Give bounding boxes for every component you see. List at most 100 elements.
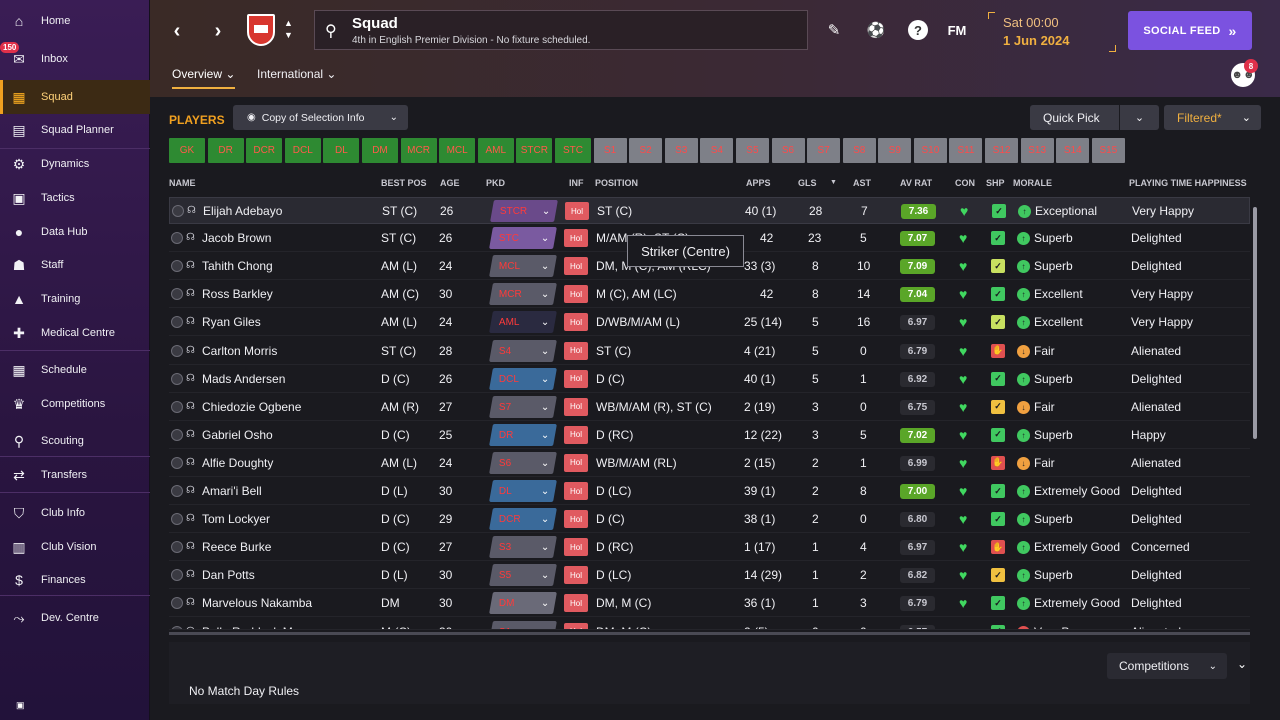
info-badge[interactable]: Hol [564,510,588,529]
table-row[interactable]: ☊ Gabriel Osho D (C) 25 DR ⌄ Hol D (RC) 12 (22) 3… [169,422,1250,449]
picked-position-dropdown[interactable]: S7 ⌄ [489,395,557,418]
info-badge[interactable]: Hol [564,594,588,613]
info-badge[interactable]: Hol [564,566,588,585]
player-name[interactable]: Reece Burke [202,540,271,554]
table-row[interactable]: ☊ Marvelous Nakamba DM 30 DM ⌄ Hol DM, M (C) 36 … [169,590,1250,618]
table-row[interactable]: ☊ Reece Burke D (C) 27 S3 ⌄ Hol D (RC) 1 (17) 1 4 6… [169,534,1250,562]
info-badge[interactable]: Hol [564,257,588,276]
table-row[interactable]: ☊ Chiedozie Ogbene AM (R) 27 S7 ⌄ Hol WB/M/AM (… [169,394,1250,421]
picked-position-dropdown[interactable]: MCR ⌄ [489,283,557,306]
table-row[interactable]: ☊ Ross Barkley AM (C) 30 MCR ⌄ Hol M (C), AM (L… [169,281,1250,309]
sidebar-item-club-vision[interactable]: ▥ Club Vision [0,530,150,564]
player-name[interactable]: Dan Potts [202,568,255,582]
info-badge[interactable]: Hol [564,313,588,332]
vertical-scrollbar[interactable] [1253,207,1257,439]
select-checkbox[interactable] [171,400,183,413]
fm-menu-button[interactable]: FM [945,18,969,42]
column-header-ast[interactable]: AST [853,178,871,188]
picked-position-dropdown[interactable]: STCR ⌄ [490,200,558,222]
position-filter-gk[interactable]: GK [169,138,205,163]
info-badge[interactable]: Hol [564,397,588,416]
sidebar-item-transfers[interactable]: ⇄ Transfers [0,458,150,492]
player-name[interactable]: Jacob Brown [202,231,271,245]
select-checkbox[interactable] [171,513,183,526]
select-checkbox[interactable] [171,625,183,629]
select-checkbox[interactable] [171,569,183,582]
column-header-shp[interactable]: SHP [986,178,1005,188]
picked-position-dropdown[interactable]: MCL ⌄ [489,255,557,278]
picked-position-dropdown[interactable]: S4 ⌄ [489,339,557,362]
position-filter-mcl[interactable]: MCL [439,138,476,163]
player-name[interactable]: Elijah Adebayo [203,204,282,218]
position-filter-dr[interactable]: DR [207,138,244,163]
player-name[interactable]: Carlton Morris [202,344,277,358]
sidebar-item-staff[interactable]: ☗ Staff [0,248,150,282]
horizontal-scrollbar[interactable] [169,632,1250,635]
select-checkbox[interactable] [171,372,183,385]
table-row[interactable]: ☊ Alfie Doughty AM (L) 24 S6 ⌄ Hol WB/M/AM (RL)… [169,450,1250,477]
column-header-apps[interactable]: APPS [746,178,771,188]
quick-pick-button[interactable]: Quick Pick ⌄ [1030,105,1159,130]
player-name[interactable]: Alfie Doughty [202,456,273,470]
position-filter-mcr[interactable]: MCR [400,138,437,163]
table-row[interactable]: ☊ Carlton Morris ST (C) 28 S4 ⌄ Hol ST (C) 4 (21… [169,338,1250,365]
column-header-best-pos[interactable]: BEST POS [381,178,427,188]
position-filter-s14[interactable]: S14 [1056,138,1090,163]
collapse-chevron-icon[interactable]: ⌄ [1237,657,1247,671]
position-filter-s9[interactable]: S9 [878,138,912,163]
table-row[interactable]: ☊ Elijah Adebayo ST (C) 26 STCR ⌄ Hol ST (C) 40 … [169,197,1250,224]
info-badge[interactable]: Hol [564,453,588,472]
column-header-gls[interactable]: GLS [798,178,817,188]
position-filter-s3[interactable]: S3 [664,138,698,163]
info-badge[interactable]: Hol [564,622,588,629]
column-header-name[interactable]: NAME [169,178,196,188]
player-name[interactable]: Mads Andersen [202,372,285,386]
sidebar-item-scouting[interactable]: ⚲ Scouting [0,424,150,458]
column-header-playing-time-happiness[interactable]: PLAYING TIME HAPPINESS [1129,178,1247,188]
help-icon[interactable]: ? [908,20,928,40]
tab-international[interactable]: International ⌄ [257,67,336,81]
position-filter-stc[interactable]: STC [554,138,591,163]
picked-position-dropdown[interactable]: DM ⌄ [489,592,557,615]
info-badge[interactable]: Hol [564,285,588,304]
forward-arrow-icon[interactable]: › [204,14,232,48]
position-filter-s10[interactable]: S10 [913,138,947,163]
select-checkbox[interactable] [171,232,183,245]
competitions-dropdown[interactable]: Competitions ⌄ [1107,653,1227,679]
club-switch-icon[interactable]: ▲ ▼ [284,17,293,41]
position-filter-s8[interactable]: S8 [842,138,876,163]
column-header-morale[interactable]: MORALE [1013,178,1052,188]
select-checkbox[interactable] [171,456,183,469]
info-badge[interactable]: Hol [564,425,588,444]
table-row[interactable]: ☊ Tom Lockyer D (C) 29 DCR ⌄ Hol D (C) 38 (1) 2 0 6… [169,506,1250,534]
ball-icon[interactable]: ⚽ [864,18,888,42]
info-badge[interactable]: Hol [565,202,589,220]
sidebar-item-club-info[interactable]: ⛉ Club Info [0,496,150,530]
edit-pencil-icon[interactable]: ✎ [822,18,846,42]
sidebar-item-squad-planner[interactable]: ▤ Squad Planner [0,113,150,147]
position-filter-s11[interactable]: S11 [949,138,983,163]
sidebar-item-medical-centre[interactable]: ✚ Medical Centre [0,316,150,350]
select-checkbox[interactable] [171,541,183,554]
position-filter-s7[interactable]: S7 [807,138,841,163]
player-name[interactable]: Chiedozie Ogbene [202,400,301,414]
chevron-down-icon[interactable]: ⌄ [1119,105,1159,130]
position-filter-s13[interactable]: S13 [1020,138,1054,163]
select-checkbox[interactable] [171,260,183,273]
table-row[interactable]: ☊ Mads Andersen D (C) 26 DCL ⌄ Hol D (C) 40 (1) 5… [169,366,1250,393]
picked-position-dropdown[interactable]: DCR ⌄ [489,508,557,531]
position-filter-s1[interactable]: S1 [593,138,627,163]
position-filter-s12[interactable]: S12 [985,138,1019,163]
player-name[interactable]: Tom Lockyer [202,512,270,526]
select-checkbox[interactable] [171,316,183,329]
info-badge[interactable]: Hol [564,369,588,388]
sidebar-item-training[interactable]: ▲ Training [0,282,150,316]
player-name[interactable]: Ross Barkley [202,287,273,301]
sidebar-item-dev-centre[interactable]: ⤳ Dev. Centre [0,601,150,635]
date-continue[interactable]: Sat 00:00 1 Jun 2024 [988,12,1116,52]
back-arrow-icon[interactable]: ‹ [163,14,191,48]
sidebar-item-squad[interactable]: ▦ Squad [0,80,150,114]
view-selector[interactable]: ◉ Copy of Selection Info ⌄ [233,105,408,130]
sidebar-item-inbox[interactable]: ✉ Inbox [0,42,150,76]
position-filter-s4[interactable]: S4 [700,138,734,163]
